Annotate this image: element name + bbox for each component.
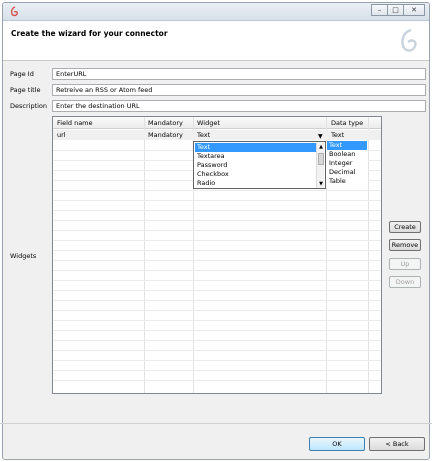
page-title-field[interactable]: Retreive an RSS or Atom feed <box>52 84 426 96</box>
row-divider <box>53 190 381 191</box>
scroll-thumb[interactable] <box>318 153 324 165</box>
row-divider <box>53 350 381 351</box>
row-divider <box>53 210 381 211</box>
data-type-option[interactable]: Integer <box>327 159 367 168</box>
page-title-label: Page title <box>10 86 41 94</box>
row-divider <box>53 250 381 251</box>
dropdown-option[interactable]: Radio <box>195 179 316 188</box>
description-field[interactable]: Enter the destination URL <box>52 100 426 112</box>
dropdown-scrollbar[interactable]: ▲ ▼ <box>316 143 324 188</box>
maximize-button[interactable]: □ <box>387 4 404 16</box>
wizard-header: Create the wizard for your connector <box>3 21 429 61</box>
row-divider <box>53 240 381 241</box>
widget-dropdown-list[interactable]: Text Textarea Password Checkbox Radio ▲ … <box>193 141 326 189</box>
page-id-field[interactable]: EnterURL <box>52 68 426 80</box>
scroll-down-icon[interactable]: ▼ <box>317 180 325 188</box>
data-type-option[interactable]: Decimal <box>327 168 367 177</box>
page-id-label: Page Id <box>10 70 34 78</box>
column-divider <box>144 117 145 393</box>
up-button[interactable]: Up <box>389 258 421 270</box>
down-button[interactable]: Down <box>389 276 421 288</box>
data-type-option[interactable]: Table <box>327 177 367 186</box>
widgets-label: Widgets <box>10 252 37 260</box>
footer-divider <box>0 423 432 424</box>
chevron-down-icon[interactable]: ▼ <box>318 133 323 140</box>
title-bar: – □ ✕ <box>3 3 429 21</box>
app-logo-icon <box>10 6 18 17</box>
cell-mandatory[interactable]: Mandatory <box>148 131 183 139</box>
data-type-option[interactable]: Boolean <box>327 150 367 159</box>
back-button[interactable]: < Back <box>369 437 425 451</box>
dropdown-option[interactable]: Password <box>195 161 316 170</box>
row-divider <box>53 260 381 261</box>
table-header: Field name Mandatory Widget Data type <box>53 117 381 129</box>
row-divider <box>53 220 381 221</box>
cell-field-name[interactable]: url <box>57 131 66 139</box>
row-divider <box>53 310 381 311</box>
row-divider <box>53 200 381 201</box>
description-label: Description <box>10 102 48 110</box>
scroll-up-icon[interactable]: ▲ <box>317 143 325 151</box>
row-divider <box>53 300 381 301</box>
data-type-option[interactable]: Text <box>327 141 367 150</box>
row-divider <box>53 380 381 381</box>
ok-button[interactable]: OK <box>309 437 365 451</box>
column-field-name[interactable]: Field name <box>57 119 93 127</box>
row-divider <box>53 360 381 361</box>
remove-button[interactable]: Remove <box>389 239 421 251</box>
row-divider <box>53 370 381 371</box>
data-type-list[interactable]: Text Boolean Integer Decimal Table <box>326 141 368 188</box>
dropdown-option[interactable]: Checkbox <box>195 170 316 179</box>
row-divider <box>53 330 381 331</box>
row-divider <box>53 340 381 341</box>
column-mandatory[interactable]: Mandatory <box>148 119 183 127</box>
column-divider <box>368 117 369 393</box>
column-widget[interactable]: Widget <box>197 119 220 127</box>
row-divider <box>53 290 381 291</box>
minimize-button[interactable]: – <box>371 4 388 16</box>
bonita-logo-icon <box>401 28 417 52</box>
row-divider <box>53 320 381 321</box>
dropdown-option[interactable]: Text <box>195 143 316 152</box>
create-button[interactable]: Create <box>389 221 421 233</box>
page-title: Create the wizard for your connector <box>11 29 168 38</box>
dropdown-option[interactable]: Textarea <box>195 152 316 161</box>
cell-data-type[interactable]: Text <box>331 131 344 139</box>
widget-combo[interactable]: Text <box>197 131 210 139</box>
row-divider <box>53 280 381 281</box>
row-divider <box>53 270 381 271</box>
row-divider <box>53 230 381 231</box>
column-data-type[interactable]: Data type <box>331 119 363 127</box>
close-button[interactable]: ✕ <box>403 4 425 16</box>
